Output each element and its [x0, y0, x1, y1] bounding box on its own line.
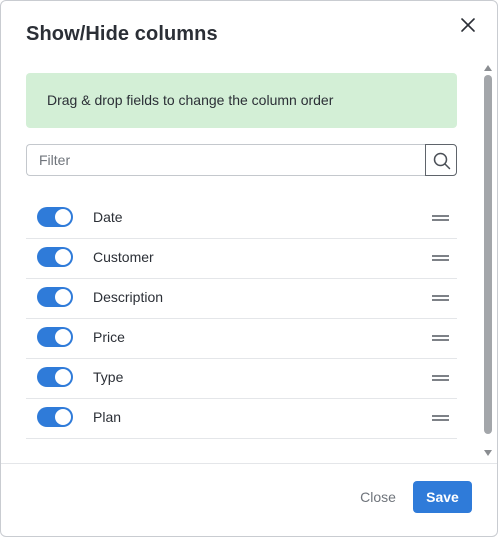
column-toggle[interactable]	[37, 407, 73, 427]
column-label: Plan	[93, 409, 122, 425]
toggle-knob	[55, 249, 71, 265]
column-label: Customer	[93, 249, 154, 265]
scroll-up-arrow-icon[interactable]	[484, 65, 492, 71]
column-toggle[interactable]	[37, 367, 73, 387]
column-toggle[interactable]	[37, 247, 73, 267]
toggle-knob	[55, 209, 71, 225]
column-row[interactable]: Description	[26, 279, 457, 319]
column-label: Description	[93, 289, 164, 305]
close-icon[interactable]	[457, 14, 479, 36]
dialog-scrollbar[interactable]	[481, 63, 497, 463]
column-row[interactable]: Type	[26, 359, 457, 399]
column-label: Date	[93, 209, 123, 225]
drag-handle-icon[interactable]	[432, 413, 450, 423]
column-toggle[interactable]	[37, 327, 73, 347]
close-button[interactable]: Close	[351, 481, 405, 513]
scroll-down-arrow-icon[interactable]	[484, 450, 492, 456]
column-list: Date Customer Description Price Type Pla…	[26, 199, 457, 439]
column-label: Type	[93, 369, 124, 385]
drag-handle-icon[interactable]	[432, 293, 450, 303]
column-label: Price	[93, 329, 125, 345]
dialog-footer: Close Save	[1, 463, 497, 536]
dialog-body: Drag & drop fields to change the column …	[1, 63, 481, 463]
drag-handle-icon[interactable]	[432, 373, 450, 383]
column-row[interactable]: Date	[26, 199, 457, 239]
column-row[interactable]: Customer	[26, 239, 457, 279]
dialog-title: Show/Hide columns	[26, 23, 218, 45]
toggle-knob	[55, 409, 71, 425]
column-toggle[interactable]	[37, 207, 73, 227]
column-toggle[interactable]	[37, 287, 73, 307]
scroll-thumb[interactable]	[484, 75, 492, 434]
toggle-knob	[55, 289, 71, 305]
filter-input[interactable]	[26, 144, 426, 176]
column-row[interactable]: Price	[26, 319, 457, 359]
search-icon	[433, 152, 451, 170]
filter-group	[26, 144, 457, 176]
column-row[interactable]: Plan	[26, 399, 457, 439]
show-hide-columns-dialog: Show/Hide columns Drag & drop fields to …	[0, 0, 498, 537]
drag-handle-icon[interactable]	[432, 333, 450, 343]
toggle-knob	[55, 329, 71, 345]
toggle-knob	[55, 369, 71, 385]
save-button[interactable]: Save	[413, 481, 472, 513]
drag-handle-icon[interactable]	[432, 213, 450, 223]
filter-search-button[interactable]	[425, 144, 457, 176]
info-banner: Drag & drop fields to change the column …	[26, 73, 457, 128]
drag-handle-icon[interactable]	[432, 253, 450, 263]
